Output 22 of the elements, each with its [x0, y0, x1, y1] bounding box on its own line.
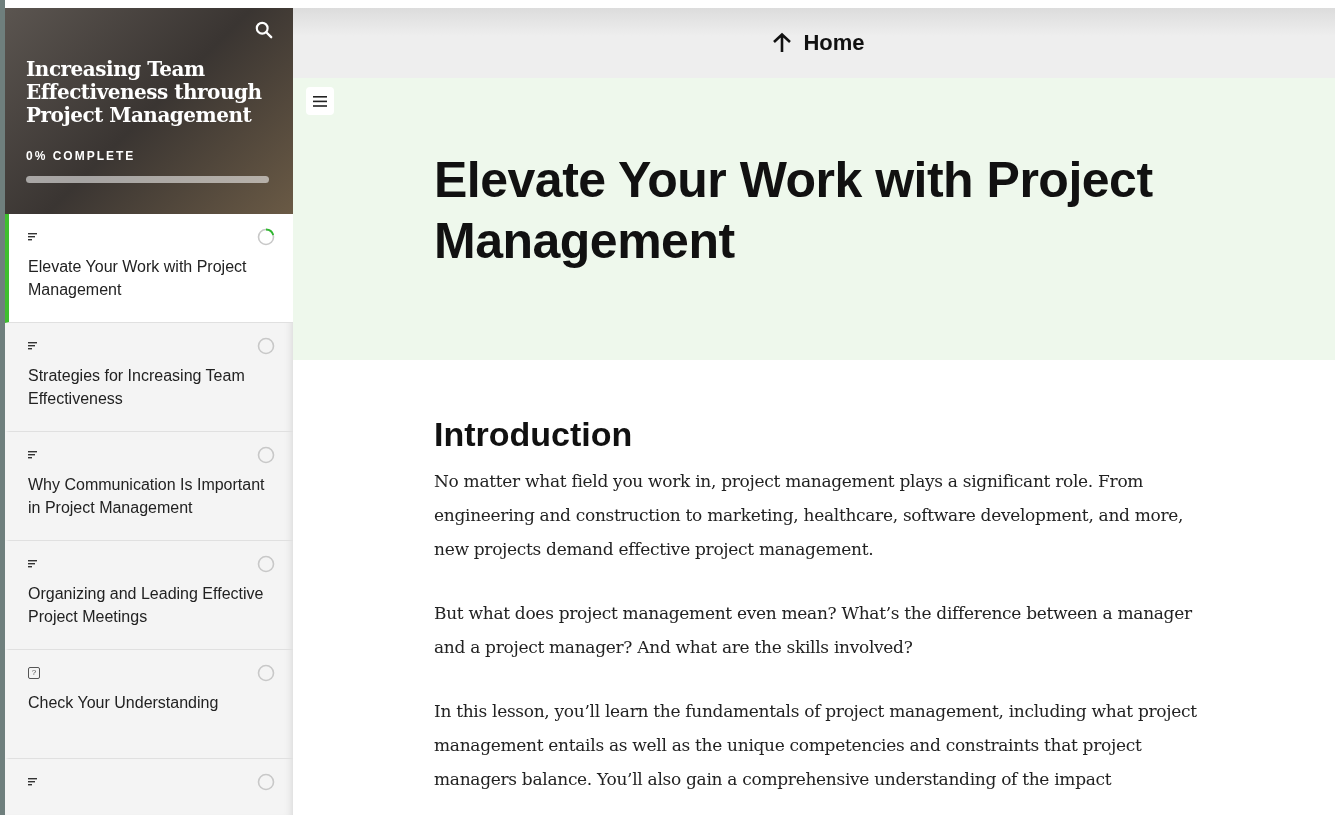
body-paragraph: No matter what field you work in, project management plays a significant role. From engineering and construction to marketing, healthcare, software development, and more, new projects demand effective project management.	[434, 470, 1185, 561]
course-title: Increasing Team Effectiveness through Project Management	[26, 58, 263, 127]
menu-button[interactable]	[306, 87, 334, 115]
text-lines-icon	[28, 451, 38, 459]
text-lines-icon	[28, 233, 38, 241]
question-box-icon: ?	[28, 667, 40, 679]
lesson-item[interactable]: Organizing and Leading Effective Project Meetings	[5, 541, 293, 650]
section-heading: Introduction	[434, 414, 634, 455]
lesson-item[interactable]: Why Communication Is Important in Project Management	[5, 432, 293, 541]
lesson-item[interactable]: Elevate Your Work with Project Management	[5, 214, 293, 323]
lesson-item[interactable]: ? Check Your Understanding	[5, 650, 293, 759]
search-icon[interactable]	[255, 21, 273, 39]
home-link[interactable]: Home	[771, 30, 865, 56]
text-lines-icon	[28, 342, 38, 350]
lesson-item[interactable]: Strategies for Increasing Team Effectiveness	[5, 323, 293, 432]
text-lines-icon	[28, 778, 38, 786]
lesson-title: Elevate Your Work with Project Management	[434, 151, 1154, 271]
menu-icon	[313, 95, 327, 107]
progress-label: 0% COMPLETE	[26, 149, 136, 163]
text-lines-icon	[28, 560, 38, 568]
body-paragraph: In this lesson, you’ll learn the fundamentals of project management, including what project management entails as well as the unique competencies and constraints that project managers balance. You’ll also gain a comprehensive understanding of the impact	[434, 700, 1198, 791]
body-paragraph: But what does project management even mean? What’s the difference between a manager and a project manager? And what are the skills involved?	[434, 602, 1193, 659]
